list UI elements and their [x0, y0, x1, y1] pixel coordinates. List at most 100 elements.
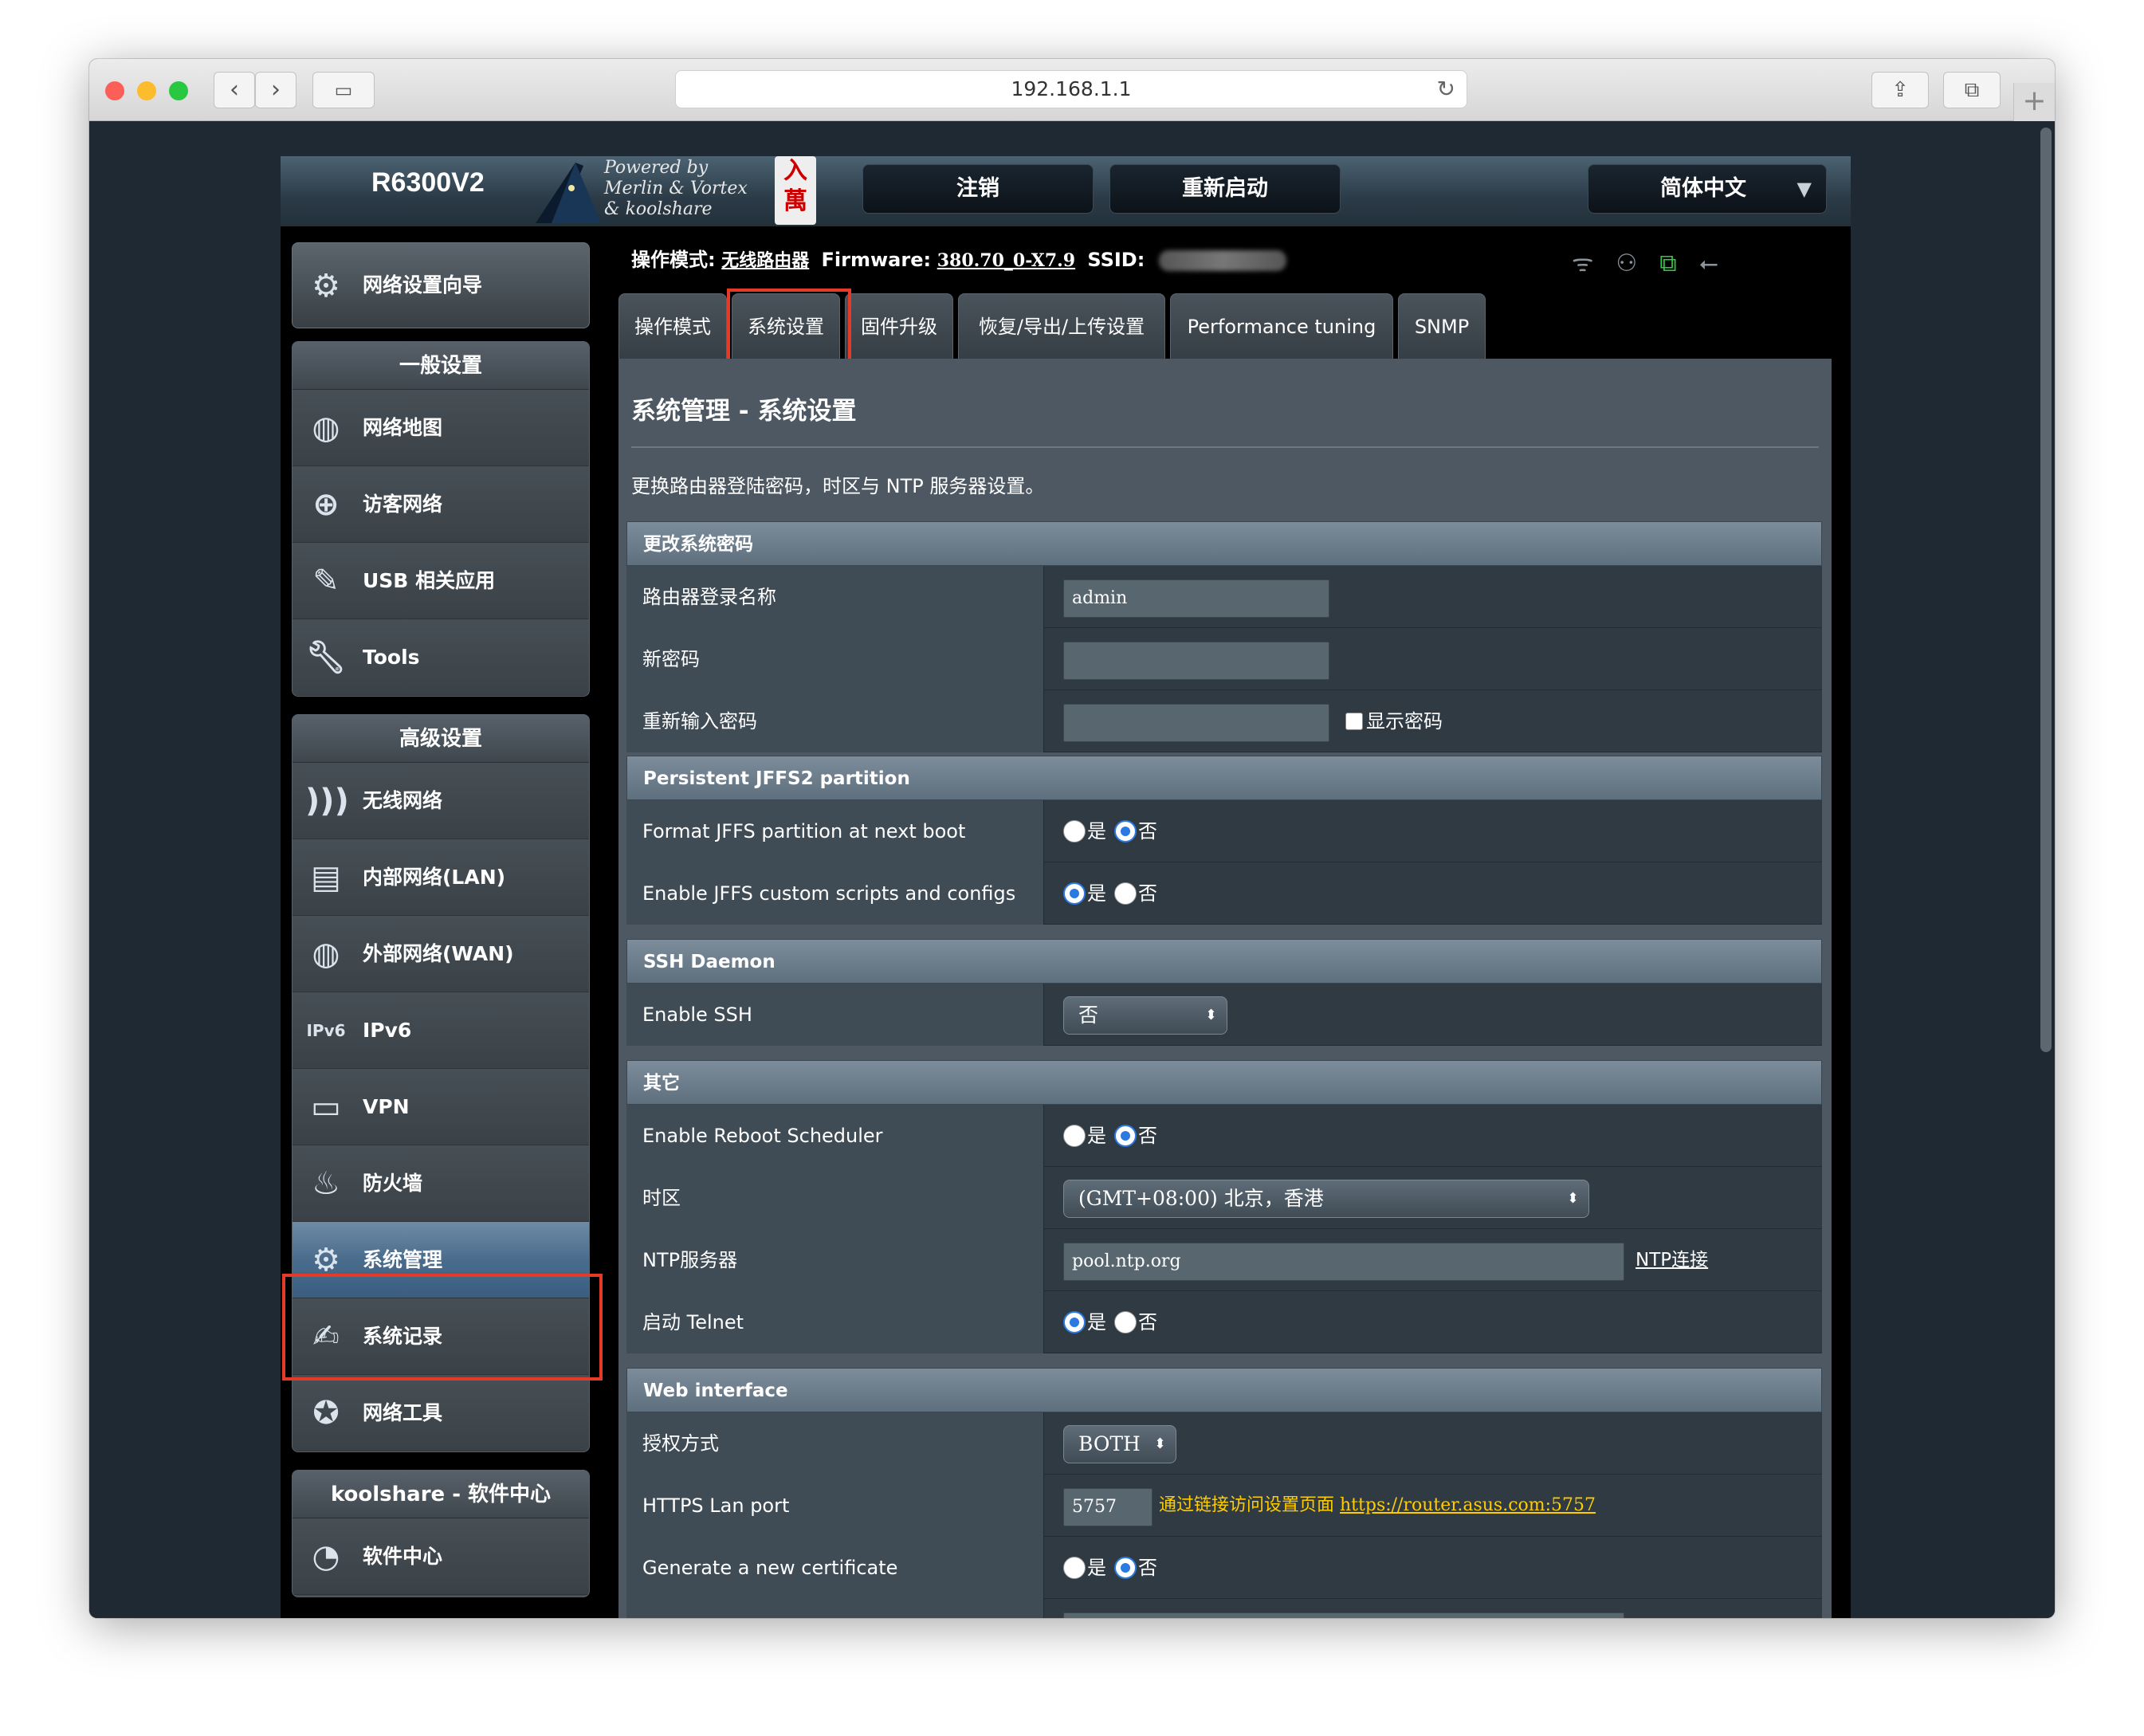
firmware-link[interactable]: 380.70_0-X7.9	[937, 250, 1075, 271]
tab-snmp[interactable]: SNMP	[1398, 293, 1486, 359]
browser-window: ‹ › ▭ 192.168.1.1 ↻ ⇪ ⧉ + R6300V2 Powere…	[89, 59, 2055, 1618]
show-password-checkbox[interactable]	[1345, 713, 1363, 730]
internet-status-icon[interactable]: ⧉	[1659, 249, 1676, 277]
jffs-scripts-row: Enable JFFS custom scripts and configs 是…	[626, 862, 1822, 925]
new-cert-no-radio[interactable]	[1114, 1557, 1137, 1579]
format-jffs-no-radio[interactable]	[1114, 820, 1137, 842]
minimize-window-button[interactable]	[137, 81, 156, 100]
general-settings-title: 一般设置	[293, 342, 589, 390]
network-setup-wizard-button[interactable]: ⚙ 网络设置向导	[292, 242, 590, 328]
sidebar-item-vpn[interactable]: ▭ VPN	[293, 1069, 589, 1145]
sidebar-item-software-center[interactable]: ◔ 软件中心	[293, 1518, 589, 1595]
sidebar-item-network-map[interactable]: ◍ 网络地图	[293, 390, 589, 466]
wireless-icon: )))	[305, 783, 349, 819]
https-url-link[interactable]: https://router.asus.com:5757	[1340, 1495, 1596, 1515]
jffs-scripts-yes-radio[interactable]	[1063, 882, 1086, 905]
reboot-scheduler-yes-radio[interactable]	[1063, 1125, 1086, 1147]
radio-label: 否	[1138, 1125, 1157, 1147]
telnet-no-radio[interactable]	[1114, 1311, 1137, 1333]
language-select[interactable]: 简体中文 ▼	[1588, 164, 1827, 214]
section-header: SSH Daemon	[626, 939, 1822, 984]
field-label: Format JFFS partition at next boot	[626, 800, 1044, 862]
reload-icon[interactable]: ↻	[1437, 71, 1455, 108]
sidebar-item-tools[interactable]: 🔧︎ Tools	[293, 619, 589, 696]
reboot-scheduler-no-radio[interactable]	[1114, 1125, 1137, 1147]
sidebar-item-lan[interactable]: ▤ 内部网络(LAN)	[293, 839, 589, 916]
section-header: Web interface	[626, 1368, 1822, 1412]
sidebar-item-label: 软件中心	[363, 1545, 443, 1568]
tab-operation-mode[interactable]: 操作模式	[618, 293, 727, 359]
login-name-input[interactable]: admin	[1063, 579, 1329, 618]
new-cert-yes-radio[interactable]	[1063, 1557, 1086, 1579]
format-jffs-yes-radio[interactable]	[1063, 820, 1086, 842]
partial-input[interactable]	[1063, 1612, 1624, 1618]
https-port-input[interactable]: 5757	[1063, 1488, 1152, 1526]
address-bar[interactable]: 192.168.1.1 ↻	[675, 70, 1467, 108]
section-header: 其它	[626, 1060, 1822, 1105]
sidebar-item-guest-network[interactable]: ⊕ 访客网络	[293, 466, 589, 543]
telnet-yes-radio[interactable]	[1063, 1311, 1086, 1333]
ntp-link[interactable]: NTP连接	[1635, 1229, 1708, 1291]
koolshare-title: koolshare - 软件中心	[293, 1471, 589, 1518]
sidebar-item-network-tools[interactable]: ✪ 网络工具	[293, 1375, 589, 1451]
sidebar-icon[interactable]: ▭	[312, 72, 375, 108]
highlight-box-tab	[727, 289, 851, 368]
confirm-password-input[interactable]	[1063, 704, 1329, 742]
field-label: Generate a new certificate	[626, 1537, 1044, 1599]
zoom-window-button[interactable]	[169, 81, 188, 100]
close-window-button[interactable]	[105, 81, 124, 100]
share-icon[interactable]: ⇪	[1871, 72, 1929, 108]
auth-method-select[interactable]: BOTH ⬍	[1063, 1425, 1176, 1463]
jffs-scripts-no-radio[interactable]	[1114, 882, 1137, 905]
operation-mode-link[interactable]: 无线路由器	[721, 250, 809, 271]
ntp-server-input[interactable]: pool.ntp.org	[1063, 1243, 1624, 1281]
sidebar-item-firewall[interactable]: ♨ 防火墙	[293, 1145, 589, 1222]
sidebar-item-ipv6[interactable]: IPv6 IPv6	[293, 992, 589, 1069]
field-label: Enable Reboot Scheduler	[626, 1105, 1044, 1167]
router-ui: R6300V2 Powered by Merlin & Vortex & koo…	[281, 156, 1851, 1618]
ssh-section: SSH Daemon Enable SSH 否 ⬍	[626, 939, 1822, 1046]
select-arrows-icon: ⬍	[1566, 1190, 1579, 1207]
back-icon[interactable]: ‹	[214, 72, 255, 108]
enable-ssh-row: Enable SSH 否 ⬍	[626, 984, 1822, 1046]
enable-ssh-select[interactable]: 否 ⬍	[1063, 996, 1227, 1035]
clients-icon[interactable]: ⚇	[1616, 249, 1637, 277]
tab-firmware-upgrade[interactable]: 固件升级	[845, 293, 953, 359]
page-scrollbar[interactable]	[2040, 128, 2052, 1052]
wifi-icon[interactable]: ᯤ	[1572, 249, 1593, 277]
select-arrows-icon: ⬍	[1204, 1007, 1217, 1023]
forward-icon[interactable]: ›	[255, 72, 296, 108]
select-value: BOTH	[1078, 1432, 1141, 1455]
tab-performance-tuning[interactable]: Performance tuning	[1170, 293, 1393, 359]
new-password-row: 新密码	[626, 628, 1822, 690]
radio-label: 否	[1138, 1557, 1157, 1579]
new-password-input[interactable]	[1063, 642, 1329, 680]
field-label: 时区	[626, 1167, 1044, 1229]
tab-restore-settings[interactable]: 恢复/导出/上传设置	[958, 293, 1165, 359]
sidebar-item-usb[interactable]: ✎ USB 相关应用	[293, 543, 589, 619]
sidebar-item-label: 网络工具	[363, 1401, 443, 1424]
globe-icon: ◍	[312, 410, 340, 446]
sidebar-item-wireless[interactable]: ))) 无线网络	[293, 763, 589, 839]
radio-label: 是	[1087, 820, 1106, 842]
section-header: Persistent JFFS2 partition	[626, 756, 1822, 800]
sidebar-item-label: 系统管理	[363, 1248, 443, 1271]
logout-button[interactable]: 注销	[862, 164, 1094, 214]
radio-label: 否	[1138, 882, 1157, 905]
jffs-section: Persistent JFFS2 partition Format JFFS p…	[626, 756, 1822, 925]
tabs-icon[interactable]: ⧉	[1943, 72, 2001, 108]
ssid-label: SSID:	[1087, 249, 1145, 271]
title-divider	[631, 446, 1819, 448]
wan-globe-icon: ◍	[312, 936, 340, 972]
firewall-icon: ♨	[312, 1165, 340, 1202]
timezone-select[interactable]: (GMT+08:00) 北京，香港 ⬍	[1063, 1180, 1589, 1218]
ipv6-icon: IPv6	[306, 1021, 346, 1040]
language-value: 简体中文	[1660, 176, 1746, 201]
sidebar-item-wan[interactable]: ◍ 外部网络(WAN)	[293, 916, 589, 992]
reboot-button[interactable]: 重新启动	[1109, 164, 1341, 214]
wizard-label: 网络设置向导	[363, 273, 483, 297]
sidebar-item-label: 网络地图	[363, 416, 443, 439]
mode-label: 操作模式:	[631, 249, 716, 271]
new-tab-icon[interactable]: +	[2013, 83, 2055, 121]
usb-status-icon[interactable]: ⭠	[1699, 249, 1718, 277]
